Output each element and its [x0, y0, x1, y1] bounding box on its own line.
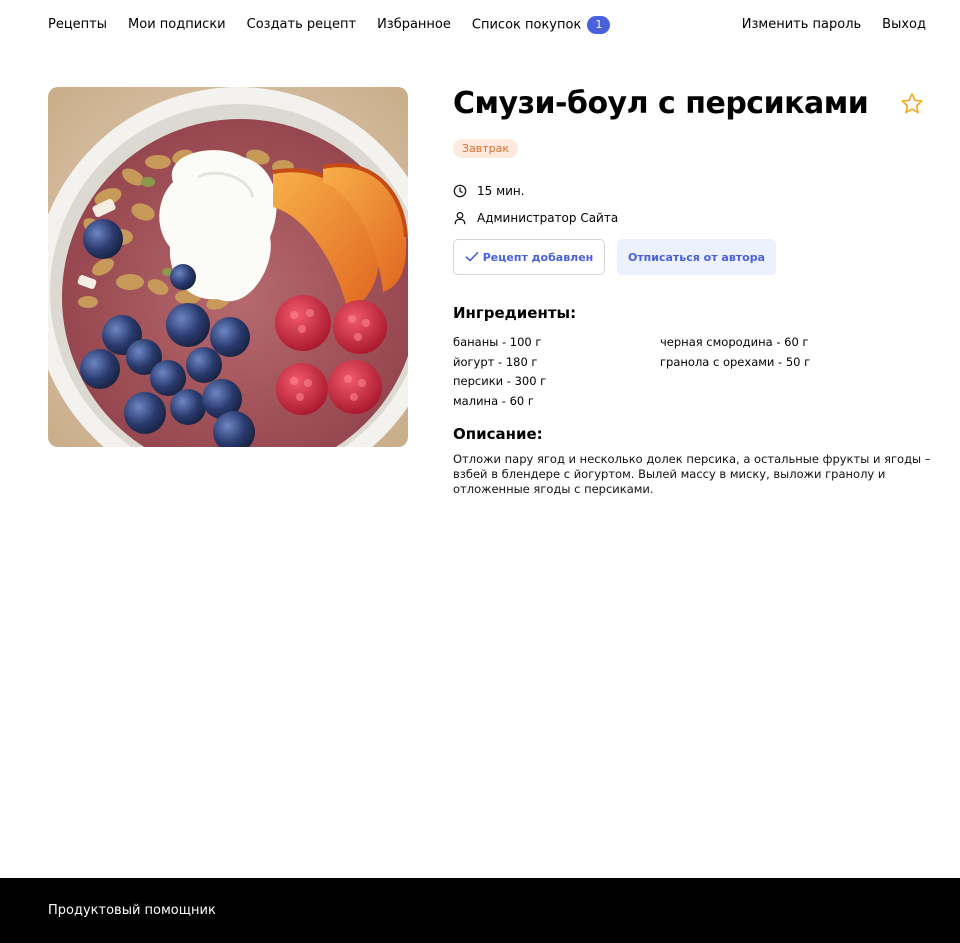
favorite-star-icon[interactable]	[899, 91, 925, 117]
recipe-added-label: Рецепт добавлен	[482, 250, 594, 264]
nav-favorites[interactable]: Избранное	[377, 16, 451, 34]
clock-icon	[453, 184, 467, 198]
nav-logout[interactable]: Выход	[882, 16, 926, 34]
check-icon	[465, 252, 479, 262]
ingredient-item: бананы - 100 г	[453, 335, 542, 349]
recipe-author: Администратор Сайта	[453, 211, 618, 225]
ingredient-item: гранола с орехами - 50 г	[660, 354, 811, 369]
nav-change-password[interactable]: Изменить пароль	[742, 16, 861, 34]
description-text: Отложи пару ягод и несколько долек перси…	[453, 452, 931, 496]
nav-subscriptions[interactable]: Мои подписки	[128, 16, 226, 34]
cooking-time: 15 мин.	[453, 184, 525, 198]
footer-brand: Продуктовый помощник	[48, 903, 216, 918]
description-title: Описание:	[453, 425, 543, 443]
smoothie-bowl-illustration	[48, 87, 408, 447]
header: Рецепты Мои подписки Создать рецепт Избр…	[0, 0, 960, 52]
nav-shopping-list[interactable]: Список покупок 1	[471, 16, 611, 35]
ingredients-title: Ингредиенты:	[453, 304, 577, 322]
recipe-tag: Завтрак	[453, 139, 519, 158]
nav-recipes[interactable]: Рецепты	[48, 16, 107, 34]
ingredients-column-1: бананы - 100 г йогурт - 180 г персики - …	[453, 333, 546, 411]
nav-create-recipe[interactable]: Создать рецепт	[247, 16, 356, 34]
recipe-added-button[interactable]: Рецепт добавлен	[453, 239, 605, 275]
ingredient-item: йогурт - 180 г	[453, 354, 538, 369]
main-nav: Рецепты Мои подписки Создать рецепт Избр…	[48, 16, 631, 35]
recipe-image	[48, 87, 408, 447]
ingredients-column-2: черная смородина - 60 г гранола с орехам…	[660, 333, 810, 372]
account-nav: Изменить пароль Выход	[721, 16, 926, 34]
recipe-author-name: Администратор Сайта	[477, 211, 619, 225]
nav-shopping-list-label: Список покупок	[471, 17, 582, 33]
shopping-list-count-badge: 1	[587, 16, 611, 34]
unsubscribe-author-button[interactable]: Отписаться от автора	[617, 239, 776, 275]
cooking-time-value: 15 мин.	[477, 184, 525, 198]
ingredient-item: черная смородина - 60 г	[660, 335, 809, 349]
footer: Продуктовый помощник	[0, 878, 960, 943]
ingredient-item: персики - 300 г	[453, 374, 547, 388]
ingredient-item: малина - 60 г	[453, 393, 534, 408]
user-icon	[454, 211, 466, 225]
recipe-title: Смузи-боул с персиками	[453, 86, 869, 121]
